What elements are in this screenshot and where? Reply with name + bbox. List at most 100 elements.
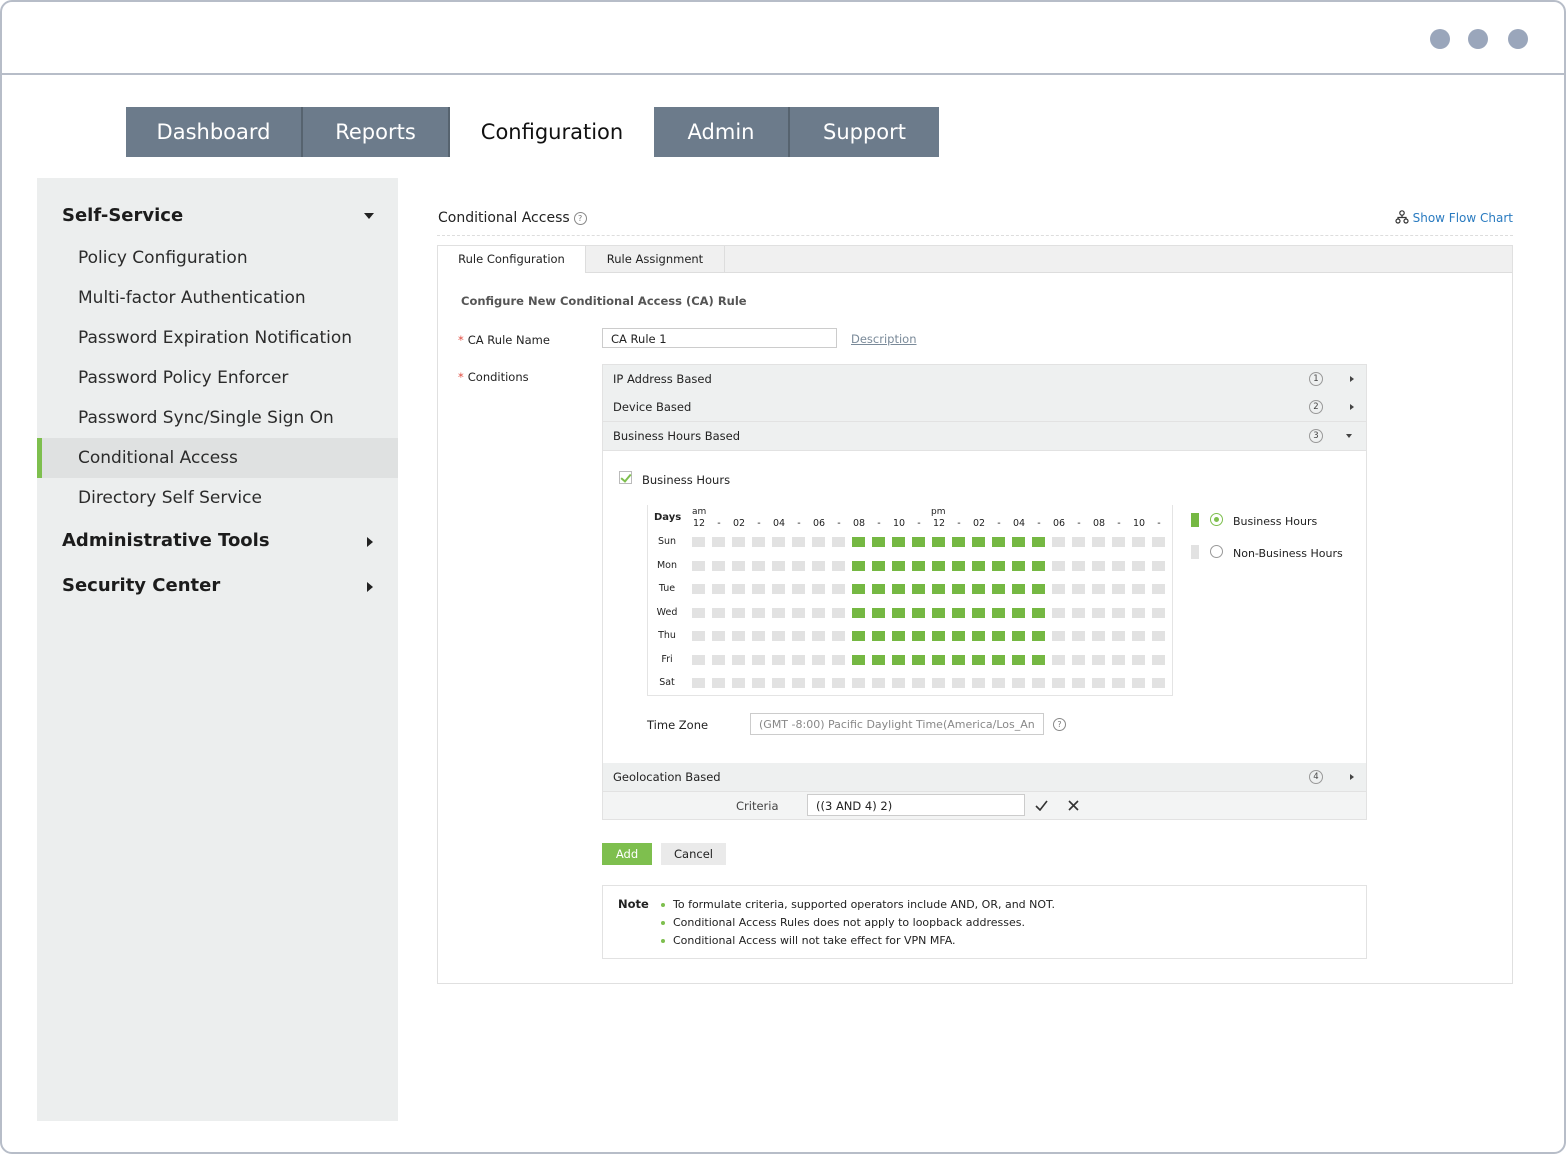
- hour-cell[interactable]: [1072, 584, 1085, 594]
- hour-cell[interactable]: [872, 584, 885, 594]
- hour-cell[interactable]: [1152, 560, 1165, 571]
- hour-cell[interactable]: [752, 678, 765, 688]
- hour-cell[interactable]: [912, 560, 925, 571]
- tab-reports[interactable]: Reports: [303, 107, 450, 157]
- business-hours-checkbox[interactable]: [619, 471, 632, 484]
- hour-cell[interactable]: [892, 537, 905, 547]
- hour-cell[interactable]: [1032, 678, 1045, 688]
- hour-cell[interactable]: [992, 631, 1005, 641]
- hour-cell[interactable]: [992, 584, 1005, 594]
- hour-cell[interactable]: [932, 654, 945, 665]
- hour-cell[interactable]: [1092, 631, 1105, 641]
- hour-cell[interactable]: [752, 654, 765, 665]
- sidebar-item-password-policy[interactable]: Password Policy Enforcer: [37, 358, 398, 398]
- hour-cell[interactable]: [1132, 537, 1145, 547]
- hour-cell[interactable]: [712, 654, 725, 665]
- sidebar-item-password-sync[interactable]: Password Sync/Single Sign On: [37, 398, 398, 438]
- condition-business-hours[interactable]: Business Hours Based 3: [603, 422, 1366, 451]
- hour-cell[interactable]: [1032, 631, 1045, 641]
- hour-cell[interactable]: [692, 584, 705, 594]
- hour-cell[interactable]: [972, 654, 985, 665]
- hour-cell[interactable]: [932, 560, 945, 571]
- sidebar-item-conditional-access[interactable]: Conditional Access: [37, 438, 398, 478]
- sidebar-item-policy-configuration[interactable]: Policy Configuration: [37, 238, 398, 278]
- sidebar-item-mfa[interactable]: Multi-factor Authentication: [37, 278, 398, 318]
- hour-cell[interactable]: [892, 560, 905, 571]
- hour-cell[interactable]: [1092, 678, 1105, 688]
- hour-cell[interactable]: [972, 631, 985, 641]
- hour-cell[interactable]: [792, 631, 805, 641]
- help-icon[interactable]: ?: [1053, 718, 1066, 731]
- hour-cell[interactable]: [1052, 584, 1065, 594]
- hour-cell[interactable]: [832, 607, 845, 618]
- hour-cell[interactable]: [932, 631, 945, 641]
- hour-cell[interactable]: [912, 631, 925, 641]
- hour-cell[interactable]: [852, 560, 865, 571]
- hour-cell[interactable]: [852, 631, 865, 641]
- sidebar-item-password-expiration[interactable]: Password Expiration Notification: [37, 318, 398, 358]
- condition-ip-address[interactable]: IP Address Based 1: [603, 365, 1366, 394]
- check-icon[interactable]: [1035, 800, 1048, 811]
- hour-cell[interactable]: [812, 631, 825, 641]
- hour-cell[interactable]: [912, 537, 925, 547]
- hour-cell[interactable]: [732, 654, 745, 665]
- hour-cell[interactable]: [1092, 607, 1105, 618]
- hour-cell[interactable]: [1032, 584, 1045, 594]
- hour-cell[interactable]: [792, 537, 805, 547]
- hour-cell[interactable]: [972, 584, 985, 594]
- hour-cell[interactable]: [972, 607, 985, 618]
- hour-cell[interactable]: [752, 560, 765, 571]
- hour-cell[interactable]: [1052, 678, 1065, 688]
- hour-cell[interactable]: [1012, 678, 1025, 688]
- hour-cell[interactable]: [772, 631, 785, 641]
- hour-cell[interactable]: [712, 631, 725, 641]
- hour-cell[interactable]: [752, 607, 765, 618]
- hour-cell[interactable]: [1072, 631, 1085, 641]
- hour-cell[interactable]: [732, 607, 745, 618]
- hour-cell[interactable]: [992, 560, 1005, 571]
- hour-cell[interactable]: [812, 678, 825, 688]
- chevron-right-icon[interactable]: [1350, 404, 1354, 410]
- hour-cell[interactable]: [1052, 654, 1065, 665]
- hour-cell[interactable]: [772, 537, 785, 547]
- hour-cell[interactable]: [1072, 678, 1085, 688]
- tab-support[interactable]: Support: [790, 107, 939, 157]
- hour-cell[interactable]: [732, 537, 745, 547]
- hour-cell[interactable]: [692, 607, 705, 618]
- hour-cell[interactable]: [1152, 654, 1165, 665]
- hour-cell[interactable]: [1112, 678, 1125, 688]
- hour-cell[interactable]: [992, 537, 1005, 547]
- chevron-down-icon[interactable]: [364, 213, 374, 219]
- hour-cell[interactable]: [1112, 560, 1125, 571]
- hour-cell[interactable]: [1092, 560, 1105, 571]
- hour-cell[interactable]: [992, 607, 1005, 618]
- hour-cell[interactable]: [872, 678, 885, 688]
- hour-cell[interactable]: [1092, 654, 1105, 665]
- hour-cell[interactable]: [1012, 584, 1025, 594]
- condition-device[interactable]: Device Based 2: [603, 393, 1366, 422]
- help-icon[interactable]: ?: [573, 211, 587, 225]
- hour-cell[interactable]: [1152, 607, 1165, 618]
- chevron-down-icon[interactable]: [1346, 434, 1352, 438]
- hour-cell[interactable]: [1012, 607, 1025, 618]
- hour-cell[interactable]: [692, 537, 705, 547]
- hour-cell[interactable]: [1152, 631, 1165, 641]
- business-hours-grid[interactable]: am pm Days 12-02-04-06-08-10-12-02-04-06…: [647, 505, 1173, 696]
- hour-cell[interactable]: [1052, 631, 1065, 641]
- hour-cell[interactable]: [812, 607, 825, 618]
- hour-cell[interactable]: [1132, 678, 1145, 688]
- hour-cell[interactable]: [872, 607, 885, 618]
- hour-cell[interactable]: [972, 678, 985, 688]
- hour-cell[interactable]: [872, 654, 885, 665]
- hour-cell[interactable]: [832, 584, 845, 594]
- chevron-right-icon[interactable]: [367, 537, 373, 547]
- hour-cell[interactable]: [892, 584, 905, 594]
- hour-cell[interactable]: [1072, 654, 1085, 665]
- hour-cell[interactable]: [752, 584, 765, 594]
- hour-cell[interactable]: [752, 537, 765, 547]
- hour-cell[interactable]: [1012, 631, 1025, 641]
- hour-cell[interactable]: [792, 654, 805, 665]
- hour-cell[interactable]: [1072, 607, 1085, 618]
- hour-cell[interactable]: [852, 678, 865, 688]
- hour-cell[interactable]: [712, 607, 725, 618]
